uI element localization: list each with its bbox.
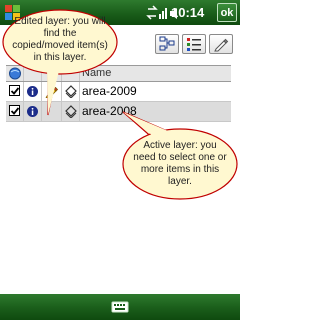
bottom-bar [0, 294, 240, 320]
edited-layer-callout: Edited layer: you will find the copied/m… [12, 16, 108, 63]
active-layer-callout: Active layer: you need to select one or … [133, 140, 227, 187]
keyboard-icon[interactable] [108, 297, 132, 317]
